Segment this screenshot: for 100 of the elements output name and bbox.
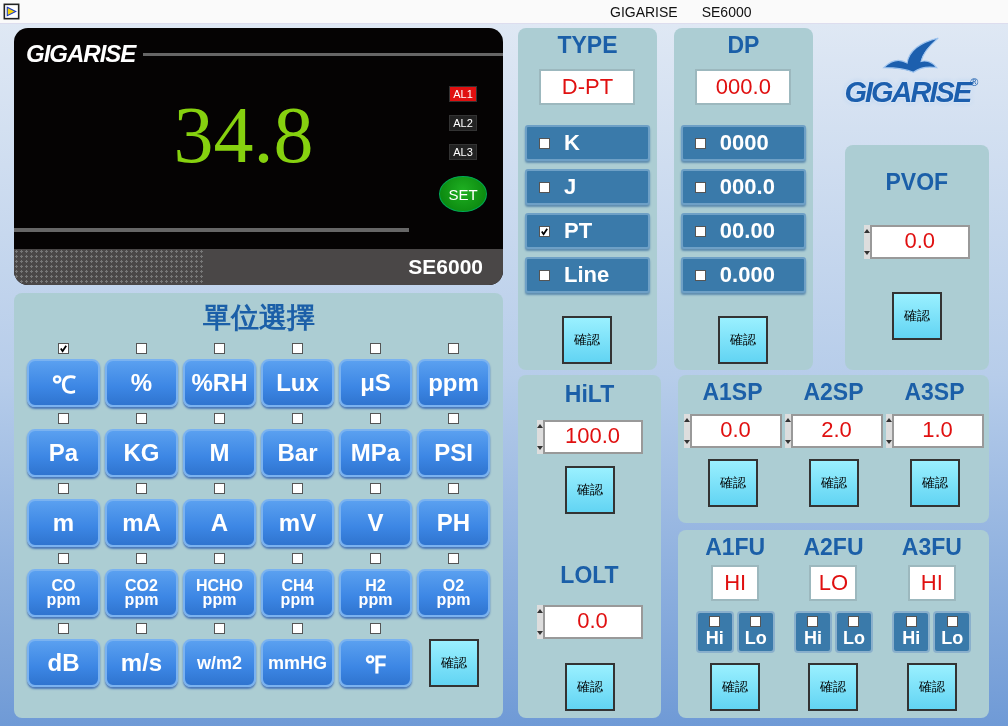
unit-button[interactable]: CO ppm: [27, 569, 100, 617]
checkbox[interactable]: [136, 413, 147, 424]
option-button[interactable]: Hi: [892, 611, 931, 653]
checkbox[interactable]: [946, 616, 958, 627]
confirm-button[interactable]: 確認: [891, 292, 942, 340]
option-button[interactable]: Lo: [933, 611, 972, 653]
unit-button[interactable]: mA: [105, 499, 178, 547]
unit-button[interactable]: %: [105, 359, 178, 407]
option-button[interactable]: 0000: [680, 125, 806, 161]
checkbox[interactable]: [136, 623, 147, 634]
checkbox[interactable]: [448, 483, 459, 494]
checkbox[interactable]: [370, 553, 381, 564]
confirm-button[interactable]: 確認: [428, 639, 479, 687]
unit-button[interactable]: PH: [417, 499, 490, 547]
unit-button[interactable]: ppm: [417, 359, 490, 407]
unit-button[interactable]: ℃: [27, 359, 100, 407]
checkbox[interactable]: [370, 413, 381, 424]
checkbox[interactable]: [292, 553, 303, 564]
checkbox[interactable]: [370, 343, 381, 354]
checkbox[interactable]: [214, 343, 225, 354]
checkbox[interactable]: [538, 137, 550, 149]
unit-button[interactable]: Pa: [27, 429, 100, 477]
checkbox[interactable]: [807, 616, 819, 627]
confirm-button[interactable]: 確認: [906, 663, 957, 711]
checkbox[interactable]: [370, 483, 381, 494]
checkbox[interactable]: [58, 553, 69, 564]
unit-button[interactable]: m: [27, 499, 100, 547]
unit-button[interactable]: %RH: [183, 359, 256, 407]
checkbox[interactable]: [538, 225, 550, 237]
checkbox[interactable]: [694, 181, 706, 193]
checkbox[interactable]: [214, 483, 225, 494]
unit-button[interactable]: O2 ppm: [417, 569, 490, 617]
confirm-button[interactable]: 確認: [808, 663, 859, 711]
checkbox[interactable]: [214, 413, 225, 424]
unit-button[interactable]: dB: [27, 639, 100, 687]
checkbox[interactable]: [136, 483, 147, 494]
checkbox[interactable]: [448, 553, 459, 564]
value-display: HI: [711, 565, 760, 601]
unit-button[interactable]: mV: [261, 499, 334, 547]
unit-button[interactable]: w/m2: [183, 639, 256, 687]
checkbox[interactable]: [448, 413, 459, 424]
option-button[interactable]: 0.000: [680, 257, 806, 293]
confirm-button[interactable]: 確認: [909, 459, 960, 507]
unit-button[interactable]: CH4 ppm: [261, 569, 334, 617]
option-button[interactable]: Hi: [794, 611, 832, 653]
unit-button[interactable]: M: [183, 429, 256, 477]
unit-button[interactable]: H2 ppm: [339, 569, 412, 617]
unit-button[interactable]: MPa: [339, 429, 412, 477]
unit-button[interactable]: HCHO ppm: [183, 569, 256, 617]
checkbox[interactable]: [58, 623, 69, 634]
checkbox[interactable]: [538, 181, 550, 193]
checkbox[interactable]: [58, 343, 69, 354]
unit-button[interactable]: mmHG: [261, 639, 334, 687]
set-button[interactable]: SET: [439, 176, 487, 212]
option-button[interactable]: J: [524, 169, 650, 205]
checkbox[interactable]: [370, 623, 381, 634]
checkbox[interactable]: [214, 553, 225, 564]
checkbox[interactable]: [694, 137, 706, 149]
option-button[interactable]: Line: [524, 257, 650, 293]
unit-button[interactable]: Lux: [261, 359, 334, 407]
option-button[interactable]: PT: [524, 213, 650, 249]
checkbox[interactable]: [750, 616, 762, 627]
confirm-button[interactable]: 確認: [718, 316, 769, 364]
unit-button[interactable]: Bar: [261, 429, 334, 477]
checkbox[interactable]: [214, 623, 225, 634]
confirm-button[interactable]: 確認: [564, 663, 615, 711]
unit-button[interactable]: PSI: [417, 429, 490, 477]
checkbox[interactable]: [136, 553, 147, 564]
checkbox[interactable]: [58, 413, 69, 424]
checkbox[interactable]: [694, 269, 706, 281]
checkbox[interactable]: [292, 413, 303, 424]
option-button[interactable]: 00.00: [680, 213, 806, 249]
checkbox[interactable]: [292, 623, 303, 634]
checkbox[interactable]: [905, 616, 917, 627]
unit-button[interactable]: ℉: [339, 639, 412, 687]
confirm-button[interactable]: 確認: [707, 459, 758, 507]
confirm-button[interactable]: 確認: [564, 466, 615, 514]
unit-button[interactable]: CO2 ppm: [105, 569, 178, 617]
confirm-button[interactable]: 確認: [710, 663, 761, 711]
unit-button[interactable]: A: [183, 499, 256, 547]
unit-button[interactable]: m/s: [105, 639, 178, 687]
checkbox[interactable]: [848, 616, 860, 627]
checkbox[interactable]: [709, 616, 721, 627]
checkbox[interactable]: [538, 269, 550, 281]
confirm-button[interactable]: 確認: [562, 316, 613, 364]
unit-button[interactable]: KG: [105, 429, 178, 477]
option-button[interactable]: Lo: [736, 611, 775, 653]
unit-button[interactable]: μS: [339, 359, 412, 407]
checkbox[interactable]: [136, 343, 147, 354]
option-button[interactable]: Hi: [695, 611, 734, 653]
checkbox[interactable]: [448, 343, 459, 354]
confirm-button[interactable]: 確認: [808, 459, 859, 507]
option-button[interactable]: Lo: [835, 611, 873, 653]
unit-button[interactable]: V: [339, 499, 412, 547]
option-button[interactable]: 000.0: [680, 169, 806, 205]
checkbox[interactable]: [292, 483, 303, 494]
checkbox[interactable]: [58, 483, 69, 494]
checkbox[interactable]: [292, 343, 303, 354]
checkbox[interactable]: [694, 225, 706, 237]
option-button[interactable]: K: [524, 125, 650, 161]
